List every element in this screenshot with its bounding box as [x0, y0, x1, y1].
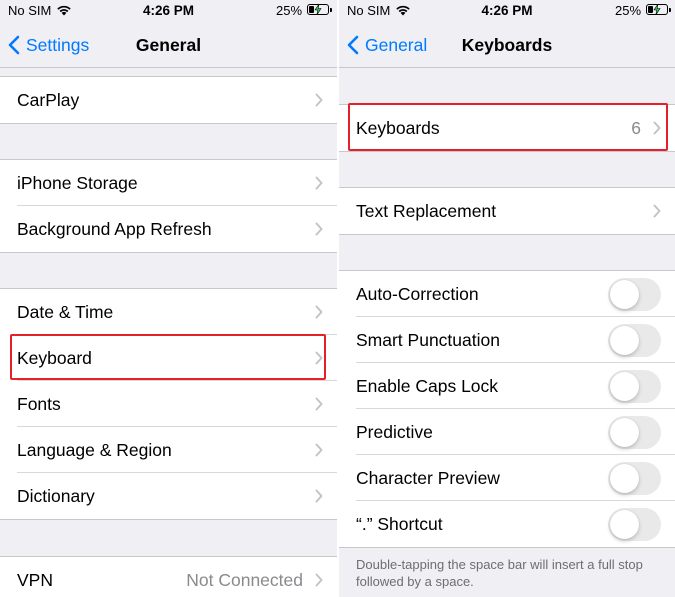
battery-percentage: 25% — [615, 3, 642, 18]
row-label: Enable Caps Lock — [356, 375, 499, 396]
chevron-right-icon — [653, 121, 661, 135]
row-auto-correction: Auto-Correction — [339, 271, 675, 317]
keyboards-count: 6 — [631, 117, 641, 138]
row-background-app-refresh[interactable]: Background App Refresh — [0, 205, 337, 252]
chevron-right-icon — [315, 351, 323, 365]
text-replacement-group: Text Replacement — [339, 187, 675, 235]
chevron-right-icon — [315, 93, 323, 107]
vpn-status: Not Connected — [186, 569, 303, 590]
toggle-knob — [610, 463, 639, 493]
row-label: Date & Time — [17, 301, 114, 322]
back-button-label: Settings — [26, 34, 90, 55]
keyboards-screen: No SIM 4:26 PM 25% General Keyboards Key… — [339, 0, 675, 597]
smart-punctuation-toggle[interactable] — [608, 323, 661, 357]
row-fonts[interactable]: Fonts — [0, 380, 337, 427]
status-bar: No SIM 4:26 PM 25% — [0, 0, 337, 22]
row-label: Fonts — [17, 393, 61, 414]
row-text-replacement[interactable]: Text Replacement — [339, 188, 675, 234]
toggle-knob — [610, 279, 639, 309]
row-label: Auto-Correction — [356, 283, 479, 304]
toggle-knob — [610, 325, 639, 355]
nav-bar: Settings General — [0, 22, 337, 68]
predictive-toggle[interactable] — [608, 415, 661, 449]
row-enable-caps-lock: Enable Caps Lock — [339, 362, 675, 409]
toggle-knob — [610, 509, 639, 539]
chevron-right-icon — [315, 222, 323, 236]
settings-group-carplay: CarPlay — [0, 76, 337, 124]
toggles-group: Auto-Correction Smart Punctuation Enable… — [339, 270, 675, 548]
nav-bar: General Keyboards — [339, 22, 675, 68]
settings-group-vpn: VPN Not Connected — [0, 556, 337, 597]
status-bar: No SIM 4:26 PM 25% — [339, 0, 675, 22]
chevron-left-icon — [8, 35, 20, 55]
row-label: Keyboard — [17, 347, 92, 368]
chevron-right-icon — [315, 443, 323, 457]
row-label: Keyboards — [356, 117, 440, 138]
battery-percentage: 25% — [276, 3, 303, 18]
chevron-left-icon — [347, 35, 359, 55]
chevron-right-icon — [315, 489, 323, 503]
chevron-right-icon — [315, 176, 323, 190]
battery-icon — [646, 4, 671, 15]
row-predictive: Predictive — [339, 408, 675, 455]
row-smart-punctuation: Smart Punctuation — [339, 316, 675, 363]
row-iphone-storage[interactable]: iPhone Storage — [0, 160, 337, 206]
row-character-preview: Character Preview — [339, 454, 675, 501]
row-label: Text Replacement — [356, 200, 497, 221]
row-vpn[interactable]: VPN Not Connected — [0, 557, 337, 597]
battery-icon — [307, 4, 332, 15]
row-period-shortcut: “.” Shortcut — [339, 500, 675, 547]
settings-group-storage: iPhone Storage Background App Refresh — [0, 159, 337, 253]
back-button-settings[interactable]: Settings — [8, 33, 89, 57]
period-shortcut-toggle[interactable] — [608, 507, 661, 541]
chevron-right-icon — [653, 204, 661, 218]
character-preview-toggle[interactable] — [608, 461, 661, 495]
row-label: “.” Shortcut — [356, 513, 443, 534]
row-carplay[interactable]: CarPlay — [0, 77, 337, 123]
chevron-right-icon — [315, 573, 323, 587]
back-button-general[interactable]: General — [347, 33, 427, 57]
period-shortcut-footnote: Double-tapping the space bar will insert… — [356, 557, 643, 589]
general-screen: No SIM 4:26 PM 25% Settings General CarP… — [0, 0, 337, 597]
row-label: Character Preview — [356, 467, 500, 488]
chevron-right-icon — [315, 397, 323, 411]
keyboards-group: Keyboards 6 — [339, 104, 675, 152]
row-dictionary[interactable]: Dictionary — [0, 472, 337, 519]
chevron-right-icon — [315, 305, 323, 319]
row-keyboards[interactable]: Keyboards 6 — [339, 105, 675, 151]
auto-correction-toggle[interactable] — [608, 277, 661, 311]
row-label: VPN — [17, 569, 53, 590]
row-keyboard[interactable]: Keyboard — [0, 334, 337, 381]
row-label: Predictive — [356, 421, 433, 442]
row-label: CarPlay — [17, 89, 80, 110]
settings-group-locale: Date & Time Keyboard Fonts Language & Re… — [0, 288, 337, 520]
row-label: Language & Region — [17, 439, 172, 460]
toggle-knob — [610, 417, 639, 447]
row-date-time[interactable]: Date & Time — [0, 289, 337, 335]
enable-caps-lock-toggle[interactable] — [608, 369, 661, 403]
back-button-label: General — [365, 34, 428, 55]
row-language-region[interactable]: Language & Region — [0, 426, 337, 473]
row-label: Smart Punctuation — [356, 329, 500, 350]
row-label: iPhone Storage — [17, 172, 138, 193]
toggle-knob — [610, 371, 639, 401]
row-label: Background App Refresh — [17, 218, 212, 239]
row-label: Dictionary — [17, 485, 95, 506]
